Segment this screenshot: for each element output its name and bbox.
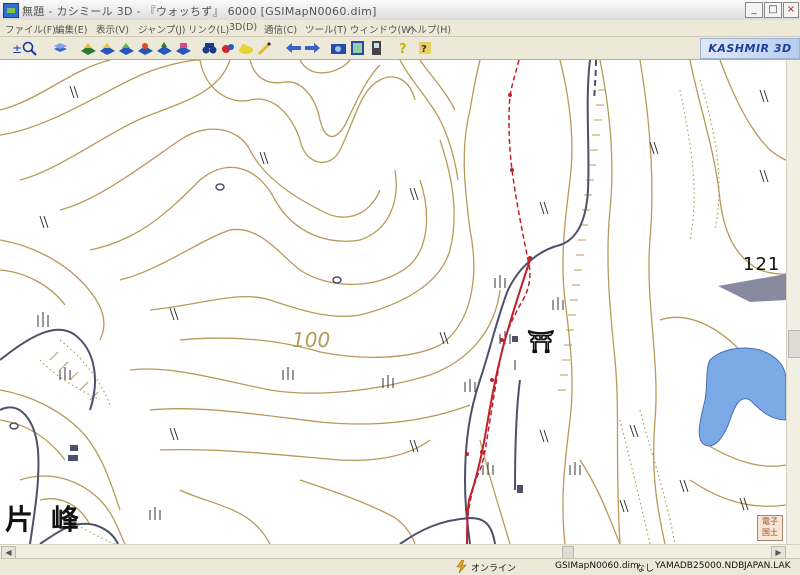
contour-lines — [0, 60, 786, 544]
3d-view-icon[interactable] — [220, 40, 237, 56]
menu-3d[interactable]: 3D(D) — [229, 22, 257, 33]
map-view[interactable]: 100 片峰 121 ⛩ 電子 国土 — [0, 60, 786, 544]
map-tool-icon-1[interactable] — [80, 40, 97, 56]
map-tool-icon-5[interactable] — [156, 40, 173, 56]
place-name-label: 片峰 — [5, 503, 98, 536]
elevation-marker — [718, 274, 786, 302]
menu-file[interactable]: ファイル(F) — [5, 22, 56, 36]
pencil-icon[interactable] — [256, 40, 273, 56]
none-status: なし — [636, 564, 655, 574]
gps-device-icon[interactable] — [368, 40, 385, 56]
gsi-logo: 電子 国土 — [757, 515, 783, 541]
lightning-icon — [456, 560, 467, 573]
cliff-lines — [39, 79, 786, 544]
maximize-button[interactable]: □ — [764, 2, 782, 18]
svg-text:?: ? — [421, 44, 427, 55]
title-bar: 無題 - カシミール 3D - 『ウォッちず』 6000 [GSIMapN006… — [0, 0, 800, 21]
menu-edit[interactable]: 編集(E) — [55, 22, 87, 36]
contour-label: 100 — [292, 328, 331, 352]
window-title: 無題 - カシミール 3D - 『ウォッちず』 6000 [GSIMapN006… — [22, 5, 377, 18]
ndb-status: YAMADB25000.NDB — [655, 561, 745, 571]
help-icon[interactable]: ? — [395, 40, 412, 56]
menu-comm[interactable]: 通信(C) — [264, 22, 297, 36]
brand-logo: KASHMIR 3D — [700, 38, 800, 59]
menu-help[interactable]: ヘルプ(H) — [408, 22, 451, 36]
shrine-icon: ⛩ — [527, 330, 555, 355]
toolbar: ± ? ? KASHMIR 3D — [0, 37, 800, 60]
map-tool-icon-2[interactable] — [99, 40, 116, 56]
roads — [0, 60, 597, 544]
svg-text:±: ± — [12, 42, 22, 56]
online-status: オンライン — [471, 564, 517, 574]
back-arrow-icon[interactable] — [285, 40, 302, 56]
menu-window[interactable]: ウィンドウ(W) — [350, 22, 414, 36]
map-file-status: GSIMapN0060.dim — [555, 561, 639, 571]
menu-jump[interactable]: ジャンプ(J) — [138, 22, 185, 36]
topographic-map[interactable] — [0, 60, 786, 544]
map-tool-icon-3[interactable] — [118, 40, 135, 56]
pond — [698, 347, 786, 447]
gsi-logo-line1: 電子 — [762, 517, 778, 526]
close-button[interactable]: × — [783, 2, 799, 18]
svg-text:?: ? — [399, 42, 407, 56]
photo-icon[interactable] — [349, 40, 366, 56]
map-tool-icon-6[interactable] — [175, 40, 192, 56]
cloud-icon[interactable] — [238, 40, 255, 56]
app-icon[interactable] — [3, 3, 19, 18]
vertical-scroll-thumb[interactable] — [788, 330, 800, 358]
menu-tool[interactable]: ツール(T) — [305, 22, 347, 36]
vertical-scrollbar[interactable] — [786, 60, 800, 544]
menu-bar: ファイル(F) 編集(E) 表示(V) ジャンプ(J) リンク(L) 3D(D)… — [0, 20, 800, 37]
horizontal-scrollbar[interactable]: ◀ ▶ — [0, 544, 800, 559]
map-tool-icon-4[interactable] — [137, 40, 154, 56]
layer-icon[interactable] — [52, 40, 69, 56]
camera-icon[interactable] — [330, 40, 347, 56]
help-pointer-icon[interactable]: ? — [417, 40, 434, 56]
road-markers — [68, 445, 523, 493]
forward-arrow-icon[interactable] — [304, 40, 321, 56]
menu-view[interactable]: 表示(V) — [96, 22, 129, 36]
elevation-label: 121 — [743, 254, 781, 275]
minimize-button[interactable]: _ — [745, 2, 763, 18]
zoom-toggle-icon[interactable]: ± — [12, 40, 38, 56]
lak-status: JAPAN.LAK — [744, 561, 791, 571]
gsi-logo-line2: 国土 — [762, 528, 778, 537]
building-marker — [512, 336, 518, 342]
status-bar: オンライン GSIMapN0060.dim なし YAMADB25000.NDB… — [0, 558, 800, 575]
menu-link[interactable]: リンク(L) — [188, 22, 229, 36]
binoculars-icon[interactable] — [201, 40, 218, 56]
